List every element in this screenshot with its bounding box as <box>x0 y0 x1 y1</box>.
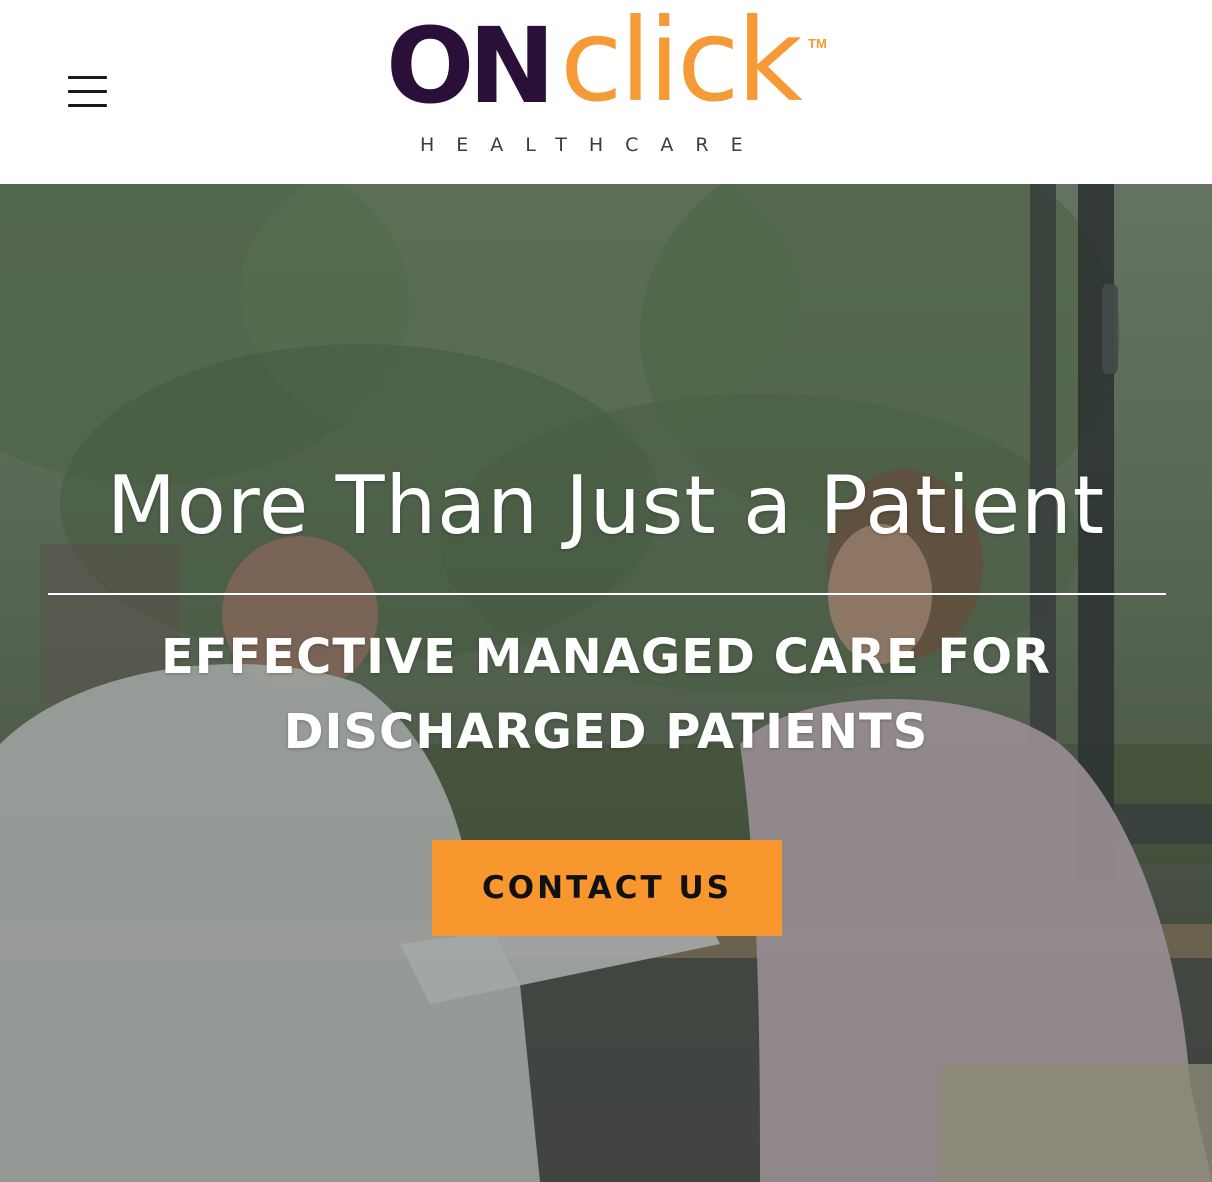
hero-divider <box>48 593 1166 595</box>
logo-trademark: TM <box>808 36 827 51</box>
hamburger-line <box>68 76 107 79</box>
hero-headline: More Than Just a Patient <box>106 459 1106 552</box>
logo-on-text: ON <box>386 5 555 127</box>
hamburger-menu-icon[interactable] <box>68 74 108 110</box>
hamburger-line <box>68 104 107 107</box>
onclick-healthcare-logo[interactable]: ON click TM HEALTHCARE <box>380 0 840 166</box>
logo-tagline: HEALTHCARE <box>420 134 765 156</box>
logo-click-text: click <box>560 0 803 127</box>
hamburger-line <box>68 90 107 93</box>
contact-us-button[interactable]: CONTACT US <box>432 840 782 936</box>
hero-section: More Than Just a Patient EFFECTIVE MANAG… <box>0 184 1212 1182</box>
site-header: ON click TM HEALTHCARE <box>0 0 1212 184</box>
hero-subheadline: EFFECTIVE MANAGED CARE FOR DISCHARGED PA… <box>161 629 1051 760</box>
